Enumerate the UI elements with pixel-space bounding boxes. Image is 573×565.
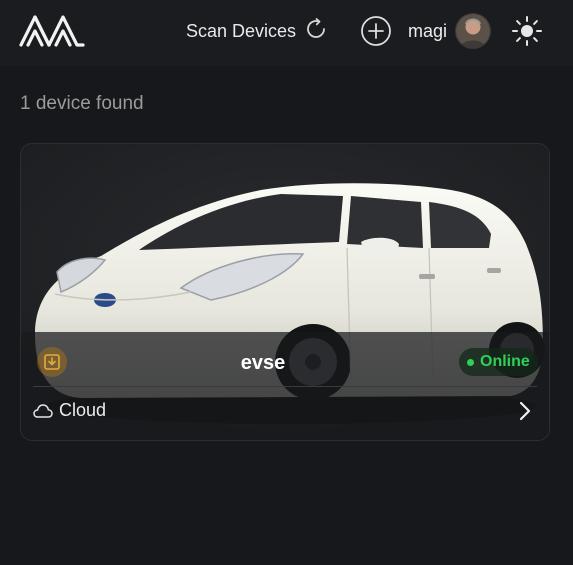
brand-logo-icon[interactable]: [18, 12, 86, 48]
device-name: evse: [240, 352, 286, 374]
status-dot-icon: [467, 358, 474, 366]
user-name: magi: [408, 20, 448, 41]
connection-label: Cloud: [59, 400, 107, 420]
status-label: Online: [480, 353, 530, 370]
add-device-button[interactable]: [360, 15, 392, 47]
user-menu[interactable]: magi: [408, 12, 492, 50]
avatar: [455, 13, 492, 49]
connection-type: Cloud: [33, 400, 106, 421]
theme-toggle-button[interactable]: [510, 14, 544, 48]
chevron-right-icon[interactable]: [515, 400, 535, 422]
device-card[interactable]: evse Online Cloud: [20, 143, 550, 441]
cloud-icon: [33, 403, 53, 418]
add-circle-icon: [361, 16, 391, 46]
refresh-icon: [304, 17, 328, 46]
top-bar: Scan Devices magi: [0, 0, 573, 66]
scan-devices-label: Scan Devices: [186, 20, 297, 41]
card-divider: [33, 386, 537, 387]
device-count-text: 1 device found: [20, 93, 144, 114]
scan-devices-button[interactable]: Scan Devices: [186, 14, 328, 48]
status-badge: Online: [459, 348, 538, 376]
sun-icon: [512, 16, 542, 46]
